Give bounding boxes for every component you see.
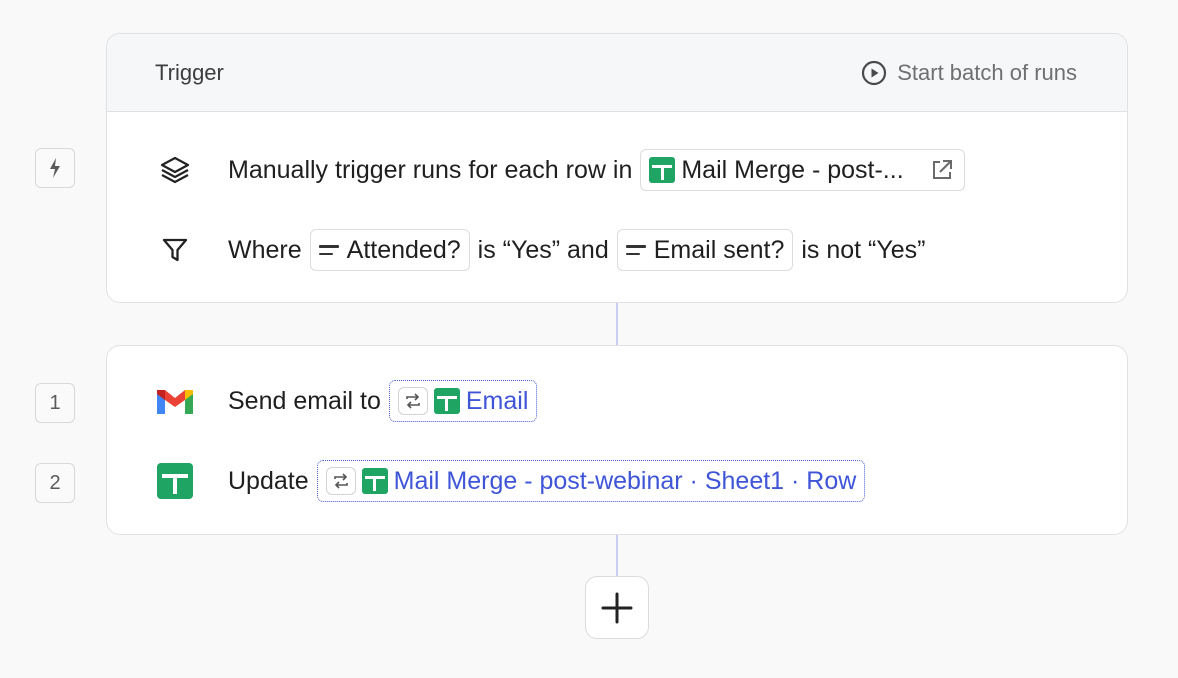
field-chip-attended[interactable]: Attended?	[309, 229, 470, 271]
trigger-badge	[35, 148, 75, 188]
play-circle-icon	[862, 60, 887, 85]
trigger-header: Trigger Start batch of runs	[107, 34, 1127, 112]
field-label: Email sent?	[653, 235, 785, 264]
gmail-icon	[155, 381, 195, 421]
send-email-content: Send email to Email	[228, 380, 538, 422]
sheet-chip[interactable]: Mail Merge - post-...	[640, 149, 965, 191]
condition-text: is not “Yes”	[801, 235, 926, 264]
google-sheets-icon	[649, 157, 676, 183]
step-row-send-email[interactable]: Send email to Email	[107, 376, 1127, 426]
field-label: Attended?	[346, 235, 461, 264]
row-ref-label: Mail Merge - post-webinar · Sheet1 · Row	[393, 466, 857, 495]
trigger-title: Trigger	[155, 59, 224, 85]
layers-icon	[155, 150, 195, 190]
trigger-card: Trigger Start batch of runs Manually tri…	[106, 33, 1128, 303]
send-email-text: Send email to	[228, 386, 381, 415]
step-number: 2	[49, 471, 61, 494]
google-sheets-icon	[361, 468, 388, 494]
filter-icon	[155, 230, 195, 270]
field-icon	[318, 245, 339, 255]
step-badge-2: 2	[35, 463, 75, 503]
actions-card: Send email to Email Update Mail Merge - …	[106, 345, 1128, 535]
plus-icon	[601, 592, 633, 623]
sheet-chip-label: Mail Merge - post-...	[681, 155, 904, 184]
external-link-icon[interactable]	[930, 158, 954, 182]
step-badge-1: 1	[35, 383, 75, 423]
step-number: 1	[49, 391, 61, 414]
trigger-source-text: Manually trigger runs for each row in	[228, 155, 633, 184]
connector-line	[616, 535, 618, 576]
add-step-button[interactable]	[585, 576, 649, 639]
update-content: Update Mail Merge - post-webinar · Sheet…	[228, 460, 866, 502]
where-label: Where	[228, 235, 302, 264]
start-batch-label: Start batch of runs	[897, 59, 1077, 85]
start-batch-button[interactable]: Start batch of runs	[861, 60, 1077, 86]
swap-icon	[325, 467, 356, 495]
email-ref-chip[interactable]: Email	[388, 380, 538, 422]
trigger-filter-content: Where Attended? is “Yes” and Email sent?…	[228, 229, 926, 271]
google-sheets-icon	[155, 461, 195, 501]
trigger-row-source: Manually trigger runs for each row in Ma…	[107, 145, 1127, 195]
swap-icon	[397, 387, 428, 415]
field-chip-email-sent[interactable]: Email sent?	[616, 229, 794, 271]
google-sheets-icon	[433, 388, 460, 414]
trigger-source-content: Manually trigger runs for each row in Ma…	[228, 149, 965, 191]
lightning-icon	[50, 158, 60, 178]
connector-line	[616, 303, 618, 345]
row-ref-chip[interactable]: Mail Merge - post-webinar · Sheet1 · Row	[316, 460, 866, 502]
condition-text: is “Yes” and	[477, 235, 609, 264]
step-row-update[interactable]: Update Mail Merge - post-webinar · Sheet…	[107, 456, 1127, 506]
email-ref-label: Email	[465, 386, 529, 415]
trigger-row-filter: Where Attended? is “Yes” and Email sent?…	[107, 225, 1127, 275]
update-text: Update	[228, 466, 309, 495]
field-icon	[625, 245, 646, 255]
